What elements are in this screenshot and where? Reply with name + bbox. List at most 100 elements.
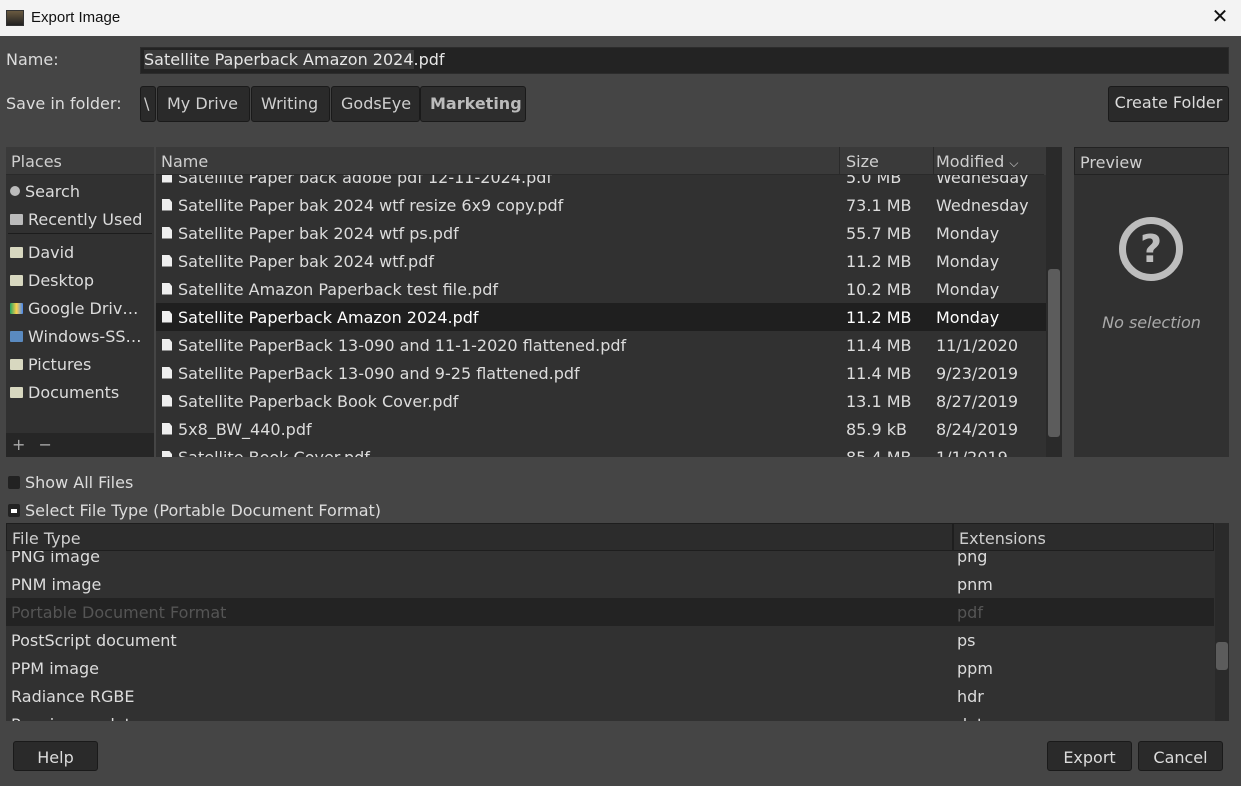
show-all-files-checkbox[interactable]: Show All Files bbox=[8, 473, 133, 492]
file-row[interactable]: Satellite Paper bak 2024 wtf.pdf 11.2 MB M… bbox=[156, 247, 1046, 275]
file-name-cell: Satellite Paper back adobe pdf 12-11-202… bbox=[156, 175, 840, 187]
file-modified: 1/1/2019 bbox=[936, 447, 1008, 458]
show-all-files-label: Show All Files bbox=[25, 473, 134, 492]
file-name-cell: Satellite Paperback Amazon 2024.pdf bbox=[156, 308, 840, 327]
file-name: Satellite Amazon Paperback test file.pdf bbox=[178, 279, 498, 299]
select-file-type-expander[interactable]: Select File Type (Portable Document Form… bbox=[8, 501, 381, 520]
crumb-marketing[interactable]: Marketing bbox=[420, 86, 526, 122]
name-input[interactable]: Satellite Paperback Amazon 2024.pdf bbox=[140, 47, 1229, 74]
column-size[interactable]: Size bbox=[840, 147, 934, 175]
file-modified: Monday bbox=[936, 279, 1000, 299]
file-row[interactable]: 5x8_BW_440.pdf 85.9 kB 8/24/2019 bbox=[156, 415, 1046, 443]
preview-header: Preview bbox=[1074, 147, 1229, 175]
file-type-header: File Type Extensions bbox=[6, 523, 1214, 551]
crumb-root[interactable]: \ bbox=[140, 86, 156, 122]
folder-icon bbox=[10, 386, 23, 398]
file-type-name: PNM image bbox=[11, 574, 102, 594]
places-header: Places bbox=[6, 147, 154, 175]
places-panel: Places Search Recently Used David Desktop Go… bbox=[6, 147, 154, 457]
file-modified: 8/24/2019 bbox=[936, 419, 1019, 439]
file-type-row[interactable]: PPM image ppm bbox=[6, 654, 1214, 682]
file-list-scrollbar[interactable] bbox=[1046, 147, 1062, 457]
place-item-search[interactable]: Search bbox=[6, 175, 154, 203]
place-label: Desktop bbox=[28, 270, 94, 290]
select-file-type-label: Select File Type (Portable Document Form… bbox=[25, 501, 382, 520]
file-type-viewport: PNG image png PNM image pnm Portable Documen… bbox=[6, 551, 1214, 721]
file-type-ext: pnm bbox=[957, 574, 993, 594]
file-type-row[interactable]: Portable Document Format pdf bbox=[6, 598, 1214, 626]
column-file-type[interactable]: File Type bbox=[6, 523, 953, 551]
column-extensions[interactable]: Extensions bbox=[953, 523, 1214, 551]
checkbox-box bbox=[8, 476, 20, 489]
file-name: Satellite Paper bak 2024 wtf ps.pdf bbox=[178, 223, 459, 243]
remove-bookmark-button[interactable]: − bbox=[39, 435, 52, 454]
file-row[interactable]: Satellite PaperBack 13-090 and 9-25 flat… bbox=[156, 359, 1046, 387]
file-type-row[interactable]: PNG image png bbox=[6, 551, 1214, 570]
crumb-my-drive[interactable]: My Drive bbox=[157, 86, 250, 122]
file-type-row[interactable]: PNM image pnm bbox=[6, 570, 1214, 598]
file-row[interactable]: Satellite Paperback Book Cover.pdf 13.1 M… bbox=[156, 387, 1046, 415]
place-item-recently-used[interactable]: Recently Used bbox=[6, 203, 154, 231]
sort-chevron-down-icon: ⌵ bbox=[1009, 156, 1019, 170]
file-row[interactable]: Satellite Paperback Amazon 2024.pdf 11.2 … bbox=[156, 303, 1046, 331]
file-row[interactable]: Satellite Paper bak 2024 wtf resize 6x9 … bbox=[156, 191, 1046, 219]
column-modified[interactable]: Modified ⌵ bbox=[934, 147, 1044, 175]
file-icon bbox=[162, 422, 172, 435]
add-bookmark-button[interactable]: + bbox=[12, 435, 25, 454]
file-row[interactable]: Satellite Amazon Paperback test file.pdf… bbox=[156, 275, 1046, 303]
name-ext-text: .pdf bbox=[413, 50, 445, 69]
file-name-cell: Satellite PaperBack 13-090 and 11-1-2020… bbox=[156, 336, 840, 355]
file-type-scroll-thumb[interactable] bbox=[1216, 642, 1228, 670]
export-button[interactable]: Export bbox=[1047, 741, 1132, 771]
preview-panel: Preview ? No selection bbox=[1074, 147, 1229, 457]
help-button[interactable]: Help bbox=[13, 741, 98, 771]
file-row[interactable]: Satellite Paper bak 2024 wtf ps.pdf 55.7 … bbox=[156, 219, 1046, 247]
file-type-scrollbar[interactable] bbox=[1215, 523, 1229, 721]
close-icon[interactable]: ✕ bbox=[1208, 4, 1232, 29]
file-rows-viewport: Satellite Paper back adobe pdf 12-11-202… bbox=[156, 175, 1046, 457]
file-size: 5.0 MB bbox=[846, 175, 902, 187]
file-name-cell: Satellite Paper bak 2024 wtf.pdf bbox=[156, 252, 840, 271]
file-name-cell: Satellite Paperback Book Cover.pdf bbox=[156, 392, 840, 411]
file-type-ext: pdf bbox=[957, 602, 983, 622]
place-label: Windows-SS… bbox=[28, 326, 142, 346]
name-label: Name: bbox=[6, 50, 59, 69]
place-item-google-driv[interactable]: Google Driv… bbox=[6, 292, 154, 320]
place-item-windows-ss[interactable]: Windows-SS… bbox=[6, 320, 154, 348]
file-type-row[interactable]: PostScript document ps bbox=[6, 626, 1214, 654]
place-label: Google Driv… bbox=[28, 298, 139, 318]
file-name: Satellite Paperback Amazon 2024.pdf bbox=[178, 307, 479, 327]
place-item-desktop[interactable]: Desktop bbox=[6, 264, 154, 292]
column-modified-label: Modified bbox=[936, 152, 1005, 171]
place-label: Pictures bbox=[28, 354, 92, 374]
file-modified: Monday bbox=[936, 223, 1000, 243]
recent-icon bbox=[10, 213, 23, 225]
file-modified: 9/23/2019 bbox=[936, 363, 1019, 383]
file-type-ext: ps bbox=[957, 630, 976, 650]
place-item-documents[interactable]: Documents bbox=[6, 376, 154, 404]
preview-empty-text: No selection bbox=[1102, 313, 1201, 332]
file-row[interactable]: Satellite Paper back adobe pdf 12-11-202… bbox=[156, 175, 1046, 191]
file-type-name: Radiance RGBE bbox=[11, 686, 135, 706]
cancel-button[interactable]: Cancel bbox=[1138, 741, 1223, 771]
file-name: Satellite PaperBack 13-090 and 9-25 flat… bbox=[178, 363, 580, 383]
file-list: Name Size Modified ⌵ Satellite Paper bac… bbox=[156, 147, 1062, 457]
create-folder-button[interactable]: Create Folder bbox=[1108, 86, 1229, 122]
file-type-row[interactable]: Radiance RGBE hdr bbox=[6, 682, 1214, 710]
file-type-ext: ppm bbox=[957, 658, 993, 678]
file-type-row[interactable]: Raw image datadata bbox=[6, 710, 1214, 722]
app-icon bbox=[6, 10, 24, 26]
crumb-godseye[interactable]: GodsEye bbox=[331, 86, 420, 122]
file-row[interactable]: Satellite Book Cover.pdf 85.4 MB 1/1/2019 bbox=[156, 443, 1046, 457]
file-name: Satellite Paper bak 2024 wtf resize 6x9 … bbox=[178, 195, 564, 215]
folder-icon bbox=[10, 274, 23, 286]
place-item-david[interactable]: David bbox=[6, 236, 154, 264]
place-label: David bbox=[28, 242, 75, 262]
place-item-pictures[interactable]: Pictures bbox=[6, 348, 154, 376]
file-list-scroll-thumb[interactable] bbox=[1048, 269, 1060, 437]
column-name[interactable]: Name bbox=[156, 147, 840, 175]
file-row[interactable]: Satellite PaperBack 13-090 and 11-1-2020… bbox=[156, 331, 1046, 359]
file-name: Satellite Paper back adobe pdf 12-11-202… bbox=[178, 175, 553, 187]
crumb-writing[interactable]: Writing bbox=[251, 86, 330, 122]
file-modified: 11/1/2020 bbox=[936, 335, 1019, 355]
